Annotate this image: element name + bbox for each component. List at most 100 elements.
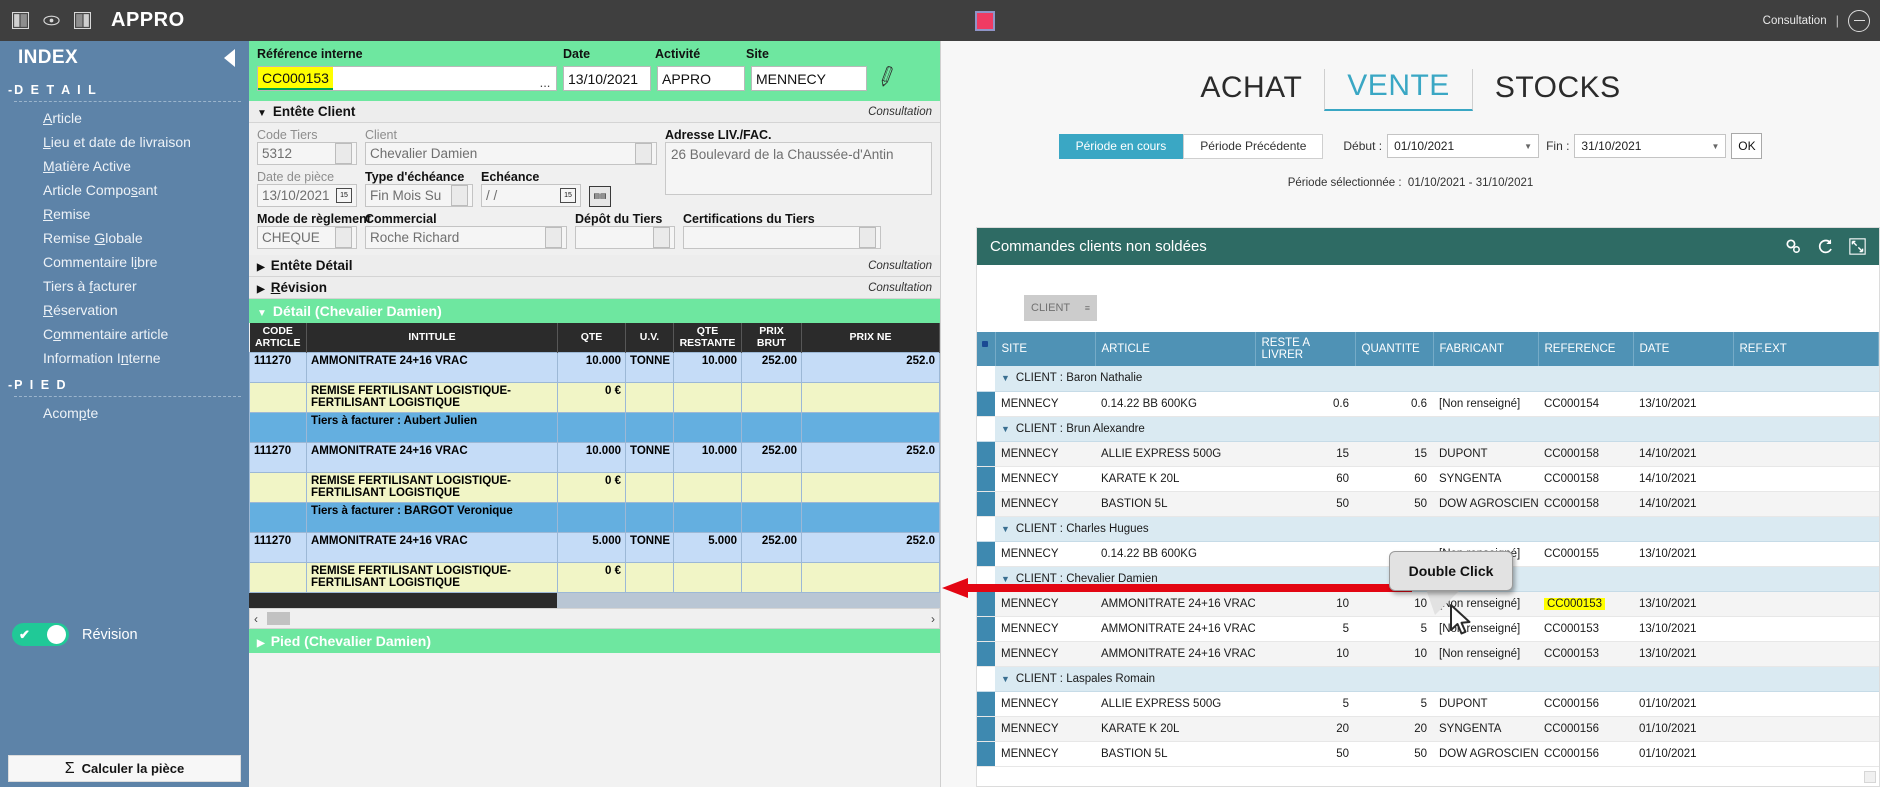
segment-periode-en-cours[interactable]: Période en cours (1059, 134, 1184, 159)
col-ref-ext[interactable]: REF.EXT (1733, 332, 1879, 366)
grid-data-row[interactable]: MENNECYAMMONITRATE 24+16 VRAC1010[Non re… (977, 641, 1879, 666)
client-lookup-button[interactable] (635, 143, 652, 164)
calendar-icon[interactable]: 15 (560, 188, 576, 203)
chevron-down-icon[interactable]: ▼ (1001, 424, 1010, 434)
sidebar-item-article-composant[interactable]: Article Composant (0, 178, 249, 202)
grid-data-row[interactable]: MENNECYKARATE K 20L6060SYNGENTACC0001581… (977, 466, 1879, 491)
section-pied[interactable]: ▶Pied (Chevalier Damien) (249, 629, 940, 653)
window-right-icon[interactable] (74, 12, 91, 29)
col-qte[interactable]: QTE (558, 323, 626, 353)
col-date[interactable]: DATE (1633, 332, 1733, 366)
chevron-down-icon[interactable]: ▼ (1001, 373, 1010, 383)
sidebar-item-acompte[interactable]: Acompte (0, 401, 249, 425)
revision-toggle[interactable]: ✔ (12, 623, 69, 646)
col-prix-brut[interactable]: PRIX BRUT (742, 323, 802, 353)
sidebar-item-commentaire-libre[interactable]: Commentaire libre (0, 250, 249, 274)
section-revision[interactable]: ▶Révision Consultation (249, 277, 940, 299)
detail-table-row[interactable]: 111270AMMONITRATE 24+16 VRAC10.000TONNE1… (250, 353, 940, 383)
segment-periode-precedente[interactable]: Période Précédente (1183, 134, 1323, 159)
tab-achat[interactable]: ACHAT (1178, 71, 1324, 111)
fin-date-dropdown[interactable]: 31/10/2021 ▼ (1574, 134, 1726, 158)
site-input[interactable]: MENNECY (751, 66, 867, 91)
col-site[interactable]: SITE (995, 332, 1095, 366)
ok-button[interactable]: OK (1731, 133, 1762, 159)
commercial-input[interactable]: Roche Richard (365, 226, 567, 249)
paperclip-icon[interactable]: 🖉 (874, 62, 903, 96)
window-left-icon[interactable] (12, 12, 29, 29)
sidebar-item-remise[interactable]: Remise (0, 202, 249, 226)
mode-reglement-dropdown-button[interactable] (335, 227, 352, 248)
col-uv[interactable]: U.V. (626, 323, 674, 353)
detail-table-row[interactable]: REMISE FERTILISANT LOGISTIQUE-FERTILISAN… (250, 563, 940, 593)
grid-data-row[interactable]: MENNECYBASTION 5L5050DOW AGROSCIENCCC000… (977, 491, 1879, 516)
grid-data-row[interactable]: MENNECYBASTION 5L5050DOW AGROSCIENCCC000… (977, 741, 1879, 766)
date-input[interactable]: 13/10/2021 (563, 66, 651, 91)
grid-resize-handle[interactable] (1864, 771, 1876, 783)
grid-group-row[interactable]: ▼CLIENT : Brun Alexandre (977, 416, 1879, 441)
code-tiers-input[interactable]: 5312 (257, 142, 357, 165)
chevron-left-icon[interactable]: ‹ (254, 612, 258, 626)
section-entete-client[interactable]: ▼Entête Client Consultation (249, 101, 940, 123)
certifications-input[interactable] (683, 226, 881, 249)
col-reference[interactable]: REFERENCE (1538, 332, 1633, 366)
sidebar-item-remise-globale[interactable]: Remise Globale (0, 226, 249, 250)
tab-stocks[interactable]: STOCKS (1473, 71, 1643, 111)
detail-table-row[interactable]: REMISE FERTILISANT LOGISTIQUE-FERTILISAN… (250, 473, 940, 503)
collapse-left-icon[interactable] (224, 49, 235, 67)
calendar-icon[interactable]: 15 (336, 188, 352, 203)
col-qte-restante[interactable]: QTE RESTANTE (674, 323, 742, 353)
reference-ellipsis-button[interactable]: ... (534, 75, 556, 90)
sidebar-item-lieu-date-livraison[interactable]: Lieu et date de livraison (0, 130, 249, 154)
detail-table-row[interactable]: 111270AMMONITRATE 24+16 VRAC5.000TONNE5.… (250, 533, 940, 563)
sidebar-item-tiers-a-facturer[interactable]: Tiers à facturer (0, 274, 249, 298)
sidebar-item-article[interactable]: Article (0, 106, 249, 130)
activite-input[interactable]: APPRO (657, 66, 745, 91)
grid-data-row[interactable]: MENNECYAMMONITRATE 24+16 VRAC55[Non rens… (977, 616, 1879, 641)
sidebar-item-commentaire-article[interactable]: Commentaire article (0, 322, 249, 346)
chevron-down-icon[interactable]: ▼ (1001, 674, 1010, 684)
col-prix-net[interactable]: PRIX NE (802, 323, 940, 353)
grid-data-row[interactable]: MENNECY0.14.22 BB 600KG0.60.6[Non rensei… (977, 391, 1879, 416)
sidebar-item-reservation[interactable]: Réservation (0, 298, 249, 322)
settings-gears-icon[interactable] (1785, 238, 1802, 255)
certifications-lookup-button[interactable] (859, 227, 876, 248)
col-intitule[interactable]: INTITULE (307, 323, 558, 353)
drag-handle-icon[interactable]: ≡ (1085, 303, 1090, 313)
sidebar-item-matiere-active[interactable]: Matière Active (0, 154, 249, 178)
grid-data-row[interactable]: MENNECYKARATE K 20L2020SYNGENTACC0001560… (977, 716, 1879, 741)
scrollbar-thumb[interactable] (267, 612, 290, 625)
group-by-client-chip[interactable]: CLIENT ≡ (1024, 295, 1097, 321)
calculer-la-piece-button[interactable]: Σ Calculer la pièce (8, 755, 241, 782)
grid-data-row[interactable]: MENNECYALLIE EXPRESS 500G55DUPONTCC00015… (977, 691, 1879, 716)
debut-date-dropdown[interactable]: 01/10/2021 ▼ (1387, 134, 1539, 158)
detail-table-row[interactable]: Tiers à facturer : Aubert Julien (250, 413, 940, 443)
chevron-down-icon[interactable]: ▼ (1001, 524, 1010, 534)
grid-group-row[interactable]: ▼CLIENT : Baron Nathalie (977, 366, 1879, 391)
type-echeance-input[interactable]: Fin Mois Su (365, 184, 473, 207)
calendar-open-button[interactable]: ▤▤ (589, 186, 611, 207)
col-fabricant[interactable]: FABRICANT (1433, 332, 1538, 366)
col-quantite[interactable]: QUANTITE (1355, 332, 1433, 366)
minimize-icon[interactable] (1848, 10, 1870, 32)
refresh-icon[interactable] (1817, 238, 1834, 255)
reference-interne-input[interactable]: CC000153 (258, 67, 333, 90)
type-echeance-dropdown-button[interactable] (451, 185, 468, 206)
grid-data-row[interactable]: MENNECYALLIE EXPRESS 500G1515DUPONTCC000… (977, 441, 1879, 466)
code-tiers-lookup-button[interactable] (335, 143, 352, 164)
detail-table-row[interactable]: REMISE FERTILISANT LOGISTIQUE-FERTILISAN… (250, 383, 940, 413)
tab-vente[interactable]: VENTE (1324, 69, 1473, 111)
col-reste-a-livrer[interactable]: RESTE A LIVRER (1255, 332, 1355, 366)
col-code-article[interactable]: CODE ARTICLE (250, 323, 307, 353)
chevron-right-icon[interactable]: › (931, 612, 935, 626)
date-piece-input[interactable]: 13/10/2021 15 (257, 184, 357, 207)
section-entete-detail[interactable]: ▶Entête Détail Consultation (249, 255, 940, 277)
grid-group-row[interactable]: ▼CLIENT : Laspales Romain (977, 666, 1879, 691)
eye-icon[interactable] (43, 12, 60, 29)
depot-tiers-lookup-button[interactable] (653, 227, 670, 248)
commercial-lookup-button[interactable] (545, 227, 562, 248)
grid-group-row[interactable]: ▼CLIENT : Charles Hugues (977, 516, 1879, 541)
detail-horizontal-scrollbar[interactable]: ‹ › (249, 608, 940, 629)
section-detail[interactable]: ▼Détail (Chevalier Damien) (249, 299, 940, 323)
depot-tiers-input[interactable] (575, 226, 675, 249)
detail-table-row[interactable]: 111270AMMONITRATE 24+16 VRAC10.000TONNE1… (250, 443, 940, 473)
